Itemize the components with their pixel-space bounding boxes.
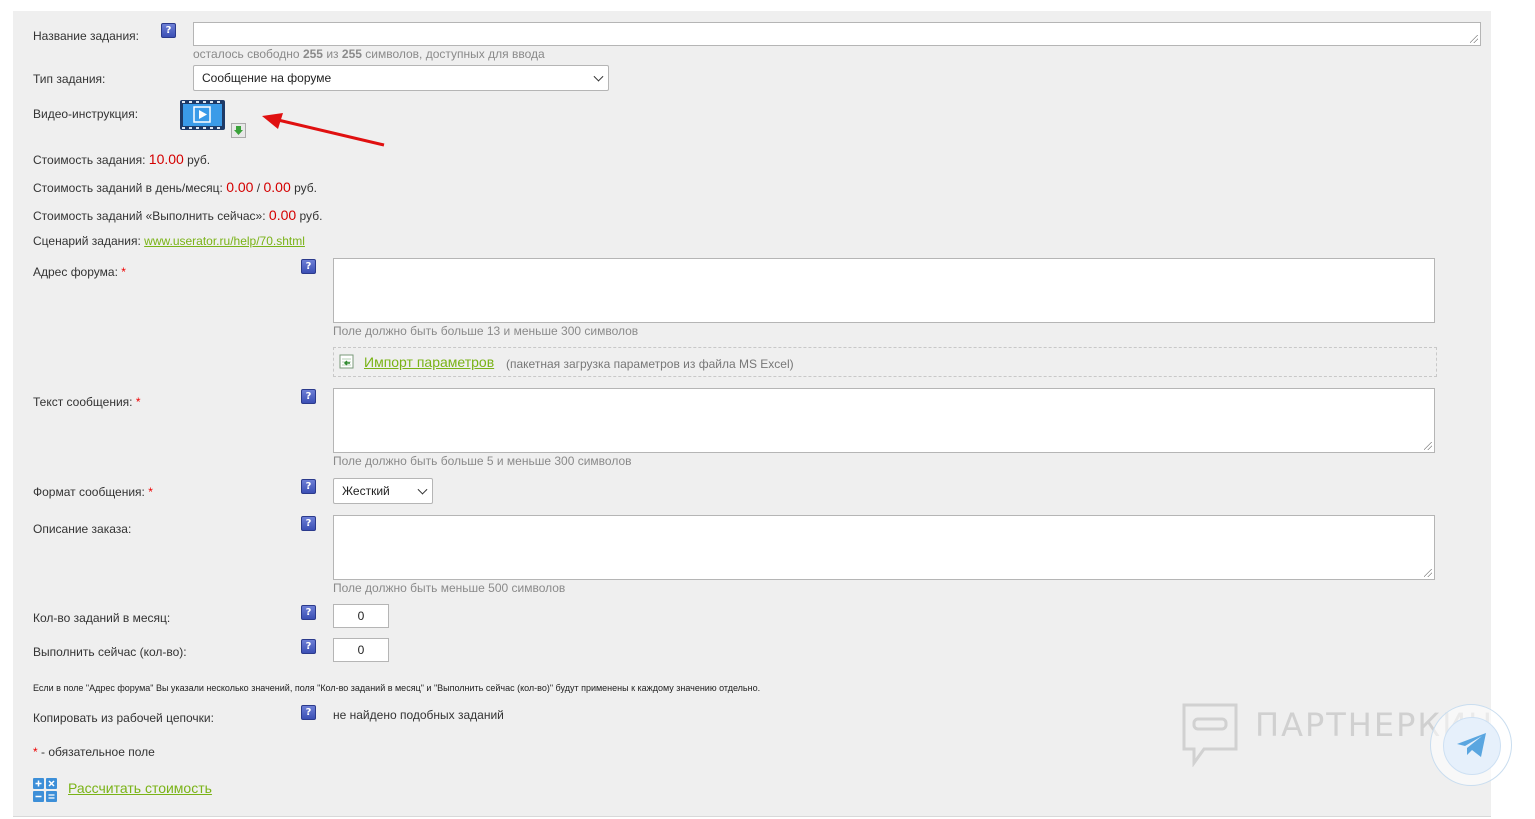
- forum-address-input[interactable]: [333, 258, 1435, 323]
- task-name-label: Название задания:: [33, 29, 139, 43]
- forum-address-hint: Поле должно быть больше 13 и меньше 300 …: [333, 324, 639, 338]
- execute-now-input[interactable]: 0: [333, 638, 389, 662]
- execute-now-label: Выполнить сейчас (кол-во):: [33, 645, 187, 659]
- message-format-value: Жесткий: [342, 484, 390, 498]
- forum-address-label: Адрес форума: *: [33, 265, 126, 279]
- chevron-down-icon: [593, 71, 604, 82]
- task-cost-value: 10.00: [148, 151, 184, 167]
- forum-address-help-icon[interactable]: ?: [301, 259, 316, 274]
- download-icon[interactable]: [231, 123, 246, 138]
- task-name-help-icon[interactable]: ?: [161, 23, 176, 38]
- cost-now-row: Стоимость заданий «Выполнить сейчас»: 0.…: [33, 207, 323, 223]
- message-text-label: Текст сообщения: *: [33, 395, 141, 409]
- message-format-help-icon[interactable]: ?: [301, 479, 316, 494]
- import-note: (пакетная загрузка параметров из файла M…: [506, 357, 794, 371]
- task-name-hint: осталось свободно 255 из 255 символов, д…: [193, 47, 545, 61]
- task-type-select[interactable]: Сообщение на форуме: [193, 65, 609, 91]
- required-field-note: * - обязательное поле: [33, 745, 155, 759]
- task-type-value: Сообщение на форуме: [202, 71, 332, 85]
- calculate-cost-link[interactable]: Рассчитать стоимость: [68, 780, 212, 796]
- cost-now-value: 0.00: [268, 207, 297, 223]
- import-parameters-link[interactable]: Импорт параметров: [364, 354, 494, 370]
- message-text-input[interactable]: [333, 388, 1435, 453]
- telegram-icon[interactable]: [1430, 704, 1512, 786]
- cost-day-month-row: Стоимость заданий в день/месяц: 0.00 / 0…: [33, 179, 317, 195]
- message-text-help-icon[interactable]: ?: [301, 389, 316, 404]
- watermark-logo-icon: [1180, 701, 1240, 768]
- calculator-icon[interactable]: [33, 778, 57, 802]
- video-play-icon[interactable]: [180, 100, 225, 130]
- order-description-hint: Поле должно быть меньше 500 символов: [333, 581, 566, 595]
- order-description-label: Описание заказа:: [33, 522, 132, 536]
- copy-chain-value: не найдено подобных заданий: [333, 708, 504, 722]
- cost-day-value: 0.00: [226, 179, 254, 195]
- tasks-per-month-label: Кол-во заданий в месяц:: [33, 611, 171, 625]
- copy-chain-help-icon[interactable]: ?: [301, 705, 316, 720]
- video-instruction-label: Видео-инструкция:: [33, 107, 139, 121]
- message-text-hint: Поле должно быть больше 5 и меньше 300 с…: [333, 454, 632, 468]
- message-format-label: Формат сообщения: *: [33, 485, 153, 499]
- multi-value-note: Если в поле "Адрес форума" Вы указали не…: [33, 683, 761, 693]
- message-format-select[interactable]: Жесткий: [333, 478, 433, 504]
- import-box: Импорт параметров (пакетная загрузка пар…: [333, 347, 1437, 377]
- tasks-per-month-help-icon[interactable]: ?: [301, 605, 316, 620]
- task-cost-row: Стоимость задания: 10.00 руб.: [33, 151, 211, 167]
- scenario-link[interactable]: www.userator.ru/help/70.shtml: [144, 234, 305, 248]
- import-excel-icon[interactable]: [339, 354, 354, 369]
- task-type-label: Тип задания:: [33, 72, 106, 86]
- task-name-input[interactable]: [193, 22, 1481, 46]
- tasks-per-month-input[interactable]: 0: [333, 604, 389, 628]
- cost-month-value: 0.00: [263, 179, 291, 195]
- scenario-row: Сценарий задания: www.userator.ru/help/7…: [33, 234, 305, 248]
- chevron-down-icon: [417, 484, 428, 495]
- copy-chain-label: Копировать из рабочей цепочки:: [33, 711, 214, 725]
- order-description-input[interactable]: [333, 515, 1435, 580]
- red-arrow-annotation: [262, 113, 385, 147]
- execute-now-help-icon[interactable]: ?: [301, 639, 316, 654]
- order-description-help-icon[interactable]: ?: [301, 516, 316, 531]
